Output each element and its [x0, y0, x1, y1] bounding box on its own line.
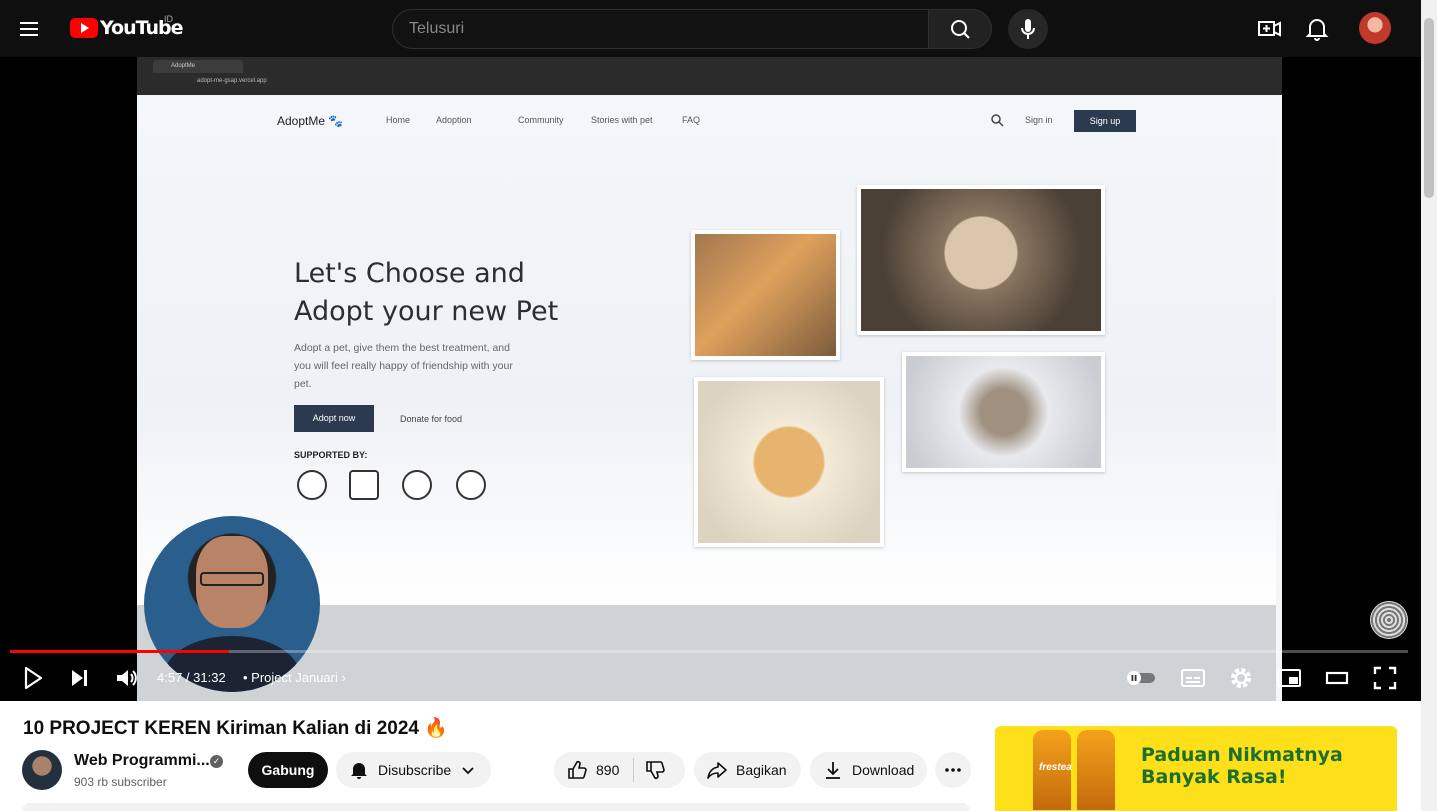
sponsor-logo	[349, 470, 379, 500]
sidebar-ad-banner[interactable]: frestea Paduan Nikmatnya Banyak Rasa!	[995, 726, 1397, 811]
page-scrollbar[interactable]	[1421, 0, 1437, 811]
search-input[interactable]	[393, 10, 928, 48]
scrollbar-thumb[interactable]	[1424, 18, 1434, 198]
channel-name[interactable]: Web Programmi...	[74, 752, 210, 770]
chevron-down-icon	[462, 767, 474, 775]
channel-watermark[interactable]	[1370, 601, 1408, 639]
search-icon	[951, 20, 970, 39]
thumbs-up-icon[interactable]	[566, 759, 588, 781]
site-nav-adoption: Adoption	[436, 115, 472, 125]
miniplayer-icon	[1277, 669, 1301, 687]
site-supported-by: SUPPORTED BY:	[294, 450, 368, 460]
progress-played	[10, 650, 230, 653]
verified-check-icon: ✓	[210, 755, 223, 768]
captions-icon	[1181, 669, 1205, 687]
more-actions-button[interactable]	[935, 752, 971, 788]
dog-photo-golden	[694, 377, 884, 547]
cat-photo-sleeping	[902, 352, 1105, 472]
youtube-play-icon	[70, 18, 98, 38]
skip-next-icon	[72, 670, 87, 686]
bell-icon	[351, 763, 367, 779]
download-button[interactable]: Download	[810, 752, 927, 788]
sponsor-logo	[297, 470, 327, 500]
next-button[interactable]	[67, 665, 93, 691]
masthead: YouTube ID	[0, 0, 1421, 57]
site-search-icon	[991, 114, 1004, 127]
subscribed-label: Disubscribe	[378, 762, 452, 778]
volume-button[interactable]	[114, 665, 140, 691]
site-hero-title: Let's Choose and Adopt your new Pet	[294, 258, 559, 327]
video-player[interactable]: AdoptMe adopt-me-gsap.vercel.app AdoptMe…	[0, 57, 1421, 701]
sponsor-logo	[456, 470, 486, 500]
country-code: ID	[164, 14, 173, 24]
dog-photo-poodle	[857, 185, 1105, 335]
ad-headline: Paduan Nikmatnya Banyak Rasa!	[1141, 744, 1343, 788]
screen-browser-tab: AdoptMe	[153, 60, 243, 73]
download-label: Download	[852, 762, 915, 778]
search-button[interactable]	[928, 9, 992, 49]
player-controls: 4:57 / 31:32 • Project Januari ›	[0, 657, 1421, 701]
site-logo: AdoptMe 🐾	[277, 114, 344, 128]
gear-icon	[1231, 668, 1251, 688]
ad-brand: frestea	[1039, 762, 1072, 773]
create-button[interactable]	[1254, 14, 1284, 44]
fullscreen-button[interactable]	[1372, 665, 1398, 691]
chevron-right-icon: ›	[341, 670, 346, 685]
share-label: Bagikan	[736, 762, 787, 778]
microphone-icon	[1021, 19, 1035, 39]
more-horizontal-icon	[945, 768, 961, 772]
thumbs-down-icon[interactable]	[644, 759, 666, 781]
notifications-button[interactable]	[1302, 14, 1332, 44]
theater-mode-button[interactable]	[1324, 665, 1350, 691]
like-dislike-group: 890	[554, 752, 685, 788]
site-hero-subtitle: Adopt a pet, give them the best treatmen…	[294, 342, 513, 390]
description-box[interactable]	[22, 803, 970, 811]
like-count[interactable]: 890	[596, 762, 619, 778]
sponsor-logo	[402, 470, 432, 500]
volume-icon	[117, 670, 137, 686]
screen-website: AdoptMe 🐾 Home Adoption Community Storie…	[137, 95, 1276, 605]
site-sign-up: Sign up	[1074, 110, 1136, 132]
ad-bottle-image	[1077, 730, 1115, 810]
create-video-icon	[1258, 21, 1281, 37]
menu-icon[interactable]	[20, 18, 48, 40]
play-icon	[24, 666, 43, 690]
subscribed-button[interactable]: Disubscribe	[336, 752, 491, 788]
site-nav-faq: FAQ	[682, 115, 701, 125]
screen-browser-url: adopt-me-gsap.vercel.app	[197, 78, 267, 84]
subscriber-count: 903 rb subscriber	[74, 775, 167, 789]
site-nav-community: Community	[518, 115, 564, 125]
download-icon	[826, 762, 840, 779]
channel-avatar[interactable]	[22, 750, 62, 790]
account-avatar[interactable]	[1359, 12, 1391, 44]
site-nav-home: Home	[386, 115, 411, 125]
subtitles-button[interactable]	[1180, 665, 1206, 691]
settings-button[interactable]	[1228, 665, 1254, 691]
fullscreen-icon	[1373, 666, 1397, 690]
screen-browser-chrome: AdoptMe adopt-me-gsap.vercel.app	[137, 57, 1282, 95]
share-button[interactable]: Bagikan	[694, 752, 801, 788]
miniplayer-button[interactable]	[1276, 665, 1302, 691]
site-donate: Donate for food	[400, 414, 463, 424]
theater-icon	[1325, 671, 1349, 685]
site-nav-stories: Stories with pet	[591, 115, 653, 125]
site-sign-in: Sign in	[1025, 115, 1053, 125]
chapter-title[interactable]: • Project Januari ›	[243, 670, 346, 685]
voice-search-button[interactable]	[1008, 9, 1048, 49]
search-box	[392, 9, 929, 49]
autoplay-icon	[1127, 671, 1155, 685]
site-adopt-now: Adopt now	[294, 405, 374, 432]
progress-bar[interactable]	[10, 650, 1408, 653]
play-button[interactable]	[20, 665, 46, 691]
bell-icon	[1305, 19, 1329, 41]
time-display: 4:57 / 31:32	[157, 670, 226, 685]
cat-photo-orange	[691, 230, 840, 360]
divider	[633, 758, 635, 782]
paw-icon: 🐾	[328, 114, 344, 128]
join-button[interactable]: Gabung	[248, 752, 328, 788]
video-title: 10 PROJECT KEREN Kiriman Kalian di 2024 …	[23, 718, 448, 739]
autoplay-toggle[interactable]	[1125, 665, 1157, 691]
share-icon	[707, 762, 727, 779]
